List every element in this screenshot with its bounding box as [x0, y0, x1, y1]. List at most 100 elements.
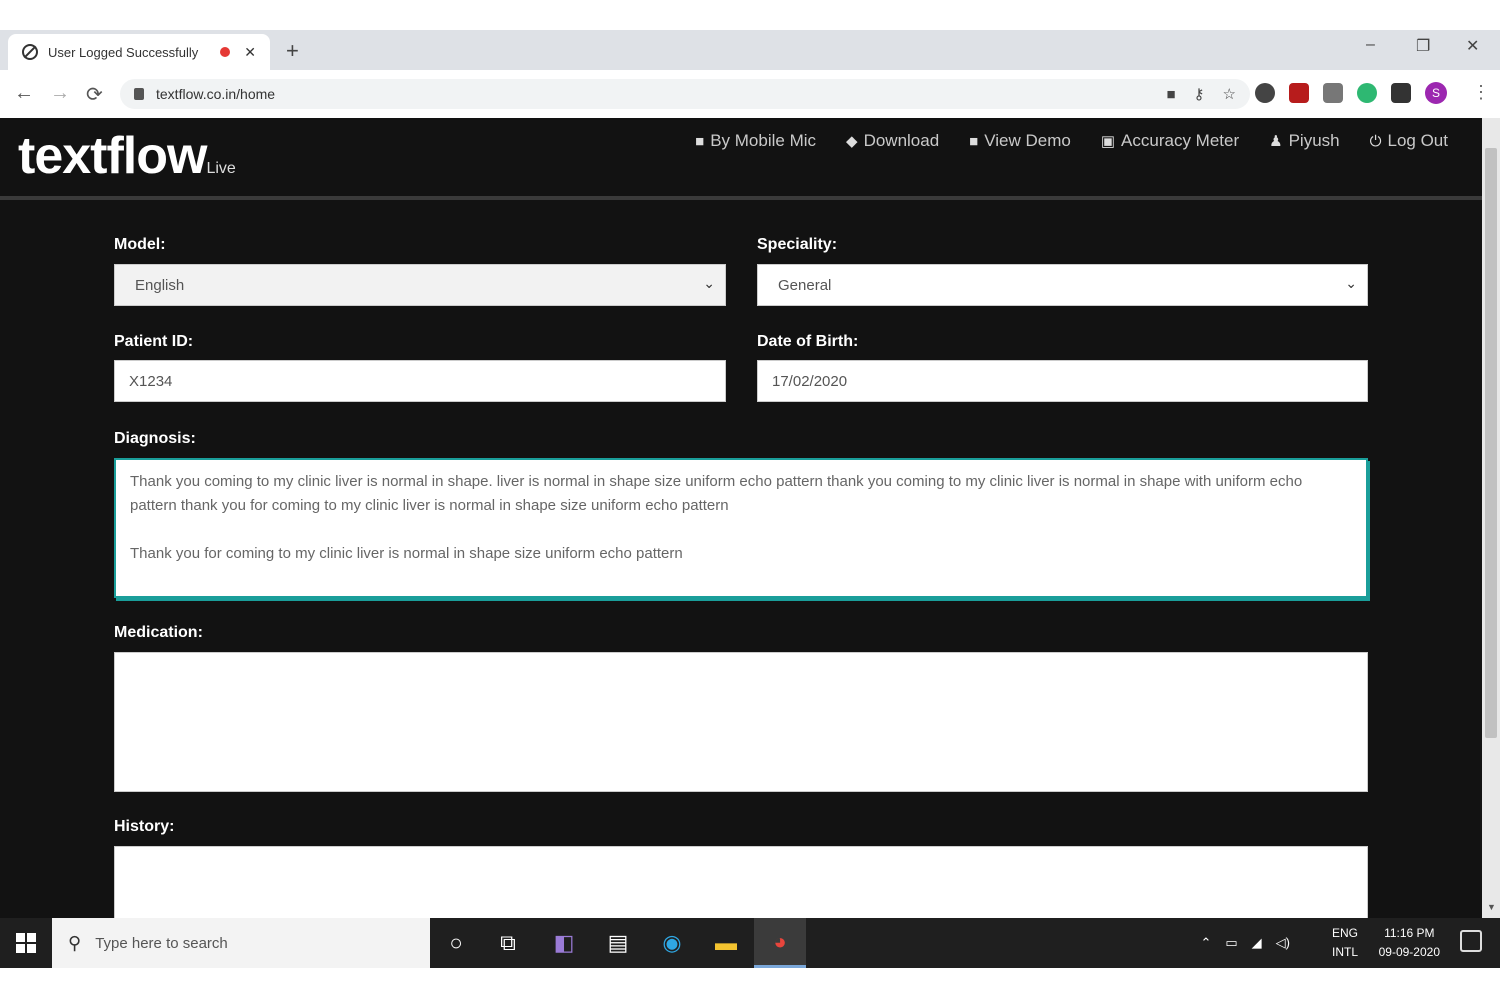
task-view-icon[interactable]: ⧉	[482, 918, 534, 968]
close-window-button[interactable]: ✕	[1466, 36, 1479, 56]
cortana-icon[interactable]: ○	[430, 918, 482, 968]
windows-taskbar: ⚲ Type here to search ○ ⧉ ◧ ▤ ◉ ▬ ◕ ⌃ ▭ …	[0, 918, 1500, 968]
scroll-down-arrow-icon[interactable]: ▼	[1487, 902, 1496, 912]
nav-user[interactable]: ♟ Piyush	[1269, 131, 1339, 151]
model-value: English	[135, 276, 185, 294]
nav-links: ■ By Mobile Mic ◆ Download ■ View Demo ▣…	[695, 131, 1448, 151]
patient-id-value: X1234	[129, 372, 173, 390]
dob-value: 17/02/2020	[772, 372, 848, 390]
restore-button[interactable]: ❐	[1416, 36, 1430, 56]
diagnosis-label: Diagnosis:	[114, 430, 196, 447]
tab-close-icon[interactable]: ✕	[244, 44, 256, 61]
app-navbar: textflowLive ■ By Mobile Mic ◆ Download …	[0, 118, 1482, 200]
lock-icon	[134, 88, 144, 100]
green-extension-icon[interactable]	[1357, 83, 1377, 103]
speciality-value: General	[778, 276, 832, 294]
medication-textarea[interactable]	[114, 652, 1368, 792]
speciality-label: Speciality:	[757, 236, 838, 253]
nav-mobile-mic[interactable]: ■ By Mobile Mic	[695, 131, 816, 151]
nav-logout[interactable]: ⏻ Log Out	[1370, 131, 1448, 151]
diagnosis-text-line1: Thank you coming to my clinic liver is n…	[130, 473, 1303, 514]
medication-label: Medication:	[114, 624, 203, 641]
reload-button[interactable]: ⟳	[86, 82, 103, 107]
page-content: textflowLive ■ By Mobile Mic ◆ Download …	[0, 118, 1482, 918]
speciality-select[interactable]: General ⌄	[757, 264, 1368, 306]
diagnosis-textarea[interactable]: Thank you coming to my clinic liver is n…	[114, 458, 1368, 598]
nav-logout-label: Log Out	[1387, 131, 1449, 150]
search-icon: ⚲	[68, 932, 82, 953]
nav-accuracy-meter-label: Accuracy Meter	[1121, 131, 1240, 150]
nav-view-demo[interactable]: ■ View Demo	[969, 131, 1071, 151]
clock-date: 09-09-2020	[1378, 945, 1440, 959]
microphone-icon: ■	[695, 132, 705, 150]
profile-avatar[interactable]: S	[1425, 82, 1447, 104]
network-icon[interactable]: ◢	[1252, 935, 1262, 951]
tab-title: User Logged Successfully	[48, 44, 199, 60]
logo-text: textflow	[18, 127, 207, 185]
notification-icon[interactable]	[1460, 930, 1482, 952]
scrollbar-thumb[interactable]	[1485, 148, 1497, 738]
dob-field[interactable]: 17/02/2020	[757, 360, 1368, 402]
chrome-icon[interactable]: ◕	[754, 918, 806, 968]
clock-extension-icon[interactable]	[1255, 83, 1275, 103]
taskbar-search-placeholder: Type here to search	[95, 934, 228, 952]
browser-menu-icon[interactable]: ⋮	[1472, 82, 1490, 103]
history-textarea[interactable]	[114, 846, 1368, 918]
history-label: History:	[114, 818, 175, 835]
nav-accuracy-meter[interactable]: ▣ Accuracy Meter	[1101, 131, 1239, 151]
key-icon[interactable]: ⚷	[1194, 85, 1205, 103]
clock-time: 11:16 PM	[1384, 926, 1435, 940]
camera-icon[interactable]: ■	[1166, 86, 1175, 103]
dob-label: Date of Birth:	[757, 333, 859, 350]
taskbar-clock[interactable]: 11:16 PM 09-09-2020	[1379, 924, 1440, 962]
system-tray: ⌃ ▭ ◢ ◁)	[1200, 918, 1290, 968]
forward-button[interactable]: →	[50, 82, 70, 105]
nav-mobile-mic-label: By Mobile Mic	[710, 131, 817, 150]
language-code: ENG	[1331, 926, 1358, 940]
battery-icon[interactable]: ▭	[1225, 935, 1237, 951]
nav-user-label: Piyush	[1288, 131, 1340, 150]
new-tab-button[interactable]: +	[286, 38, 299, 64]
chevron-down-icon: ⌄	[703, 275, 715, 291]
language-indicator[interactable]: ENG INTL	[1332, 924, 1358, 962]
patient-id-label: Patient ID:	[114, 333, 194, 350]
store-icon[interactable]: ▤	[592, 918, 644, 968]
edge-icon[interactable]: ◉	[646, 918, 698, 968]
puzzle-extension-icon[interactable]	[1391, 83, 1411, 103]
nav-view-demo-label: View Demo	[984, 131, 1071, 150]
app-logo[interactable]: textflowLive	[18, 126, 236, 186]
page-scrollbar[interactable]: ▼	[1482, 118, 1500, 918]
nav-download-label: Download	[863, 131, 940, 150]
browser-tab-strip: User Logged Successfully ✕ + – ❐ ✕	[0, 30, 1500, 70]
model-label: Model:	[114, 236, 166, 253]
logo-suffix: Live	[206, 160, 236, 177]
cloud-extension-icon[interactable]	[1323, 83, 1343, 103]
visual-studio-icon[interactable]: ◧	[538, 918, 590, 968]
windows-start-icon[interactable]	[16, 933, 36, 953]
file-explorer-icon[interactable]: ▬	[700, 918, 752, 968]
chevron-down-icon: ⌄	[1345, 275, 1357, 291]
taskbar-search[interactable]: ⚲ Type here to search	[52, 918, 430, 968]
nav-download[interactable]: ◆ Download	[846, 131, 939, 151]
android-icon: ◆	[846, 133, 858, 150]
address-bar[interactable]: textflow.co.in/home ■ ⚷ ☆	[120, 79, 1250, 109]
chevron-up-icon[interactable]: ⌃	[1200, 935, 1211, 951]
recording-indicator-icon	[220, 47, 231, 57]
user-icon: ♟	[1269, 133, 1283, 150]
browser-toolbar: ← → ⟳ textflow.co.in/home ■ ⚷ ☆ S ⋮	[0, 70, 1500, 118]
omnibox-icons: ■ ⚷ ☆	[1166, 79, 1250, 109]
model-select[interactable]: English ⌄	[114, 264, 726, 306]
pdf-extension-icon[interactable]	[1289, 83, 1309, 103]
url-text: textflow.co.in/home	[156, 86, 276, 102]
patient-id-field[interactable]: X1234	[114, 360, 726, 402]
extensions-bar: S	[1255, 82, 1447, 104]
volume-icon[interactable]: ◁)	[1276, 935, 1290, 951]
back-button[interactable]: ←	[14, 82, 34, 105]
meter-icon: ▣	[1100, 133, 1116, 150]
diagnosis-text-line2: Thank you for coming to my clinic liver …	[130, 545, 683, 562]
video-icon: ■	[969, 132, 979, 150]
logout-icon: ⏻	[1369, 132, 1382, 150]
star-icon[interactable]: ☆	[1223, 85, 1236, 103]
browser-tab[interactable]: User Logged Successfully ✕	[8, 34, 270, 70]
minimize-button[interactable]: –	[1366, 36, 1375, 54]
